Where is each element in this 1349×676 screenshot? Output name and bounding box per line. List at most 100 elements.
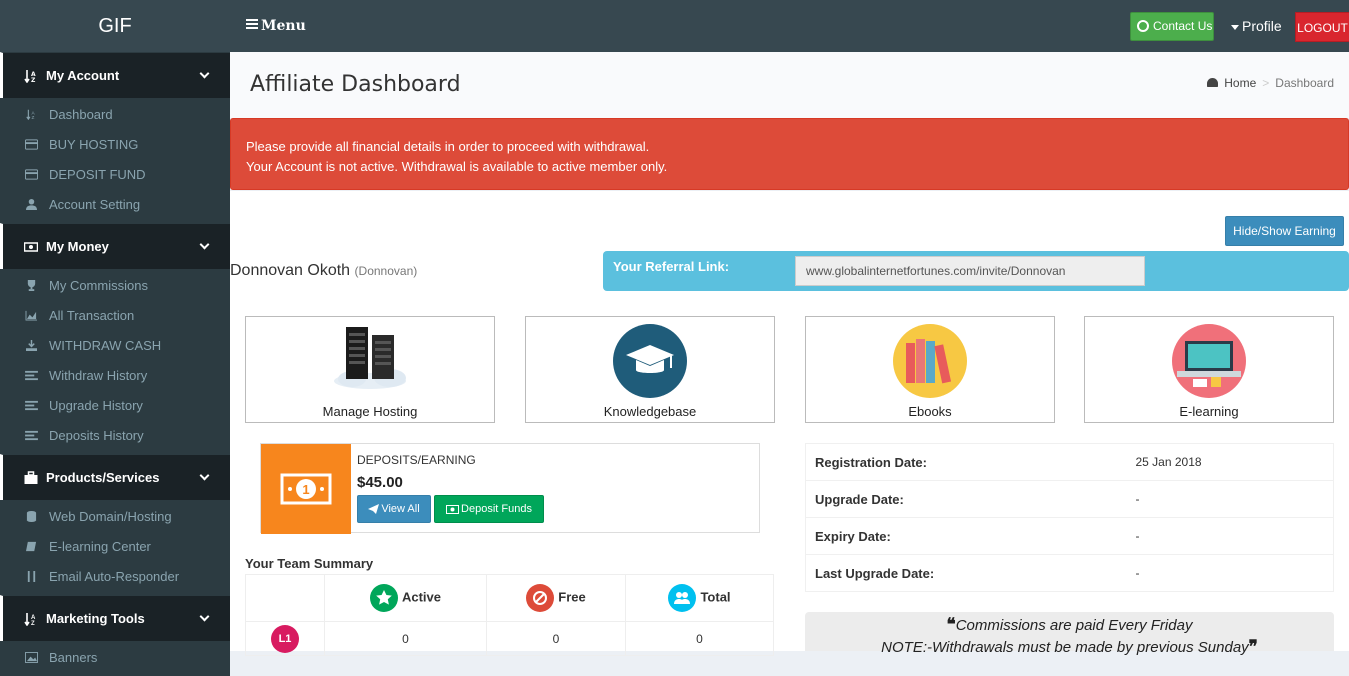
chevron-down-icon [199, 239, 210, 250]
sidebar-item-label: DEPOSIT FUND [49, 167, 146, 182]
cell-free: 0 [486, 621, 626, 656]
table-row: Upgrade Date: - [805, 480, 1334, 518]
tile-label: E-learning [1179, 404, 1239, 419]
sidebar-item-web-domain-hosting[interactable]: Web Domain/Hosting [0, 502, 230, 532]
sidebar-section-label: Products/Services [46, 470, 160, 485]
referral-label: Your Referral Link: [613, 259, 730, 274]
tile-manage-hosting[interactable]: Manage Hosting [245, 316, 495, 423]
sidebar-item-all-transaction[interactable]: All Transaction [0, 301, 230, 331]
sidebar-item-dashboard[interactable]: AZ Dashboard [0, 100, 230, 130]
book-icon [26, 541, 37, 552]
view-all-button[interactable]: View All [357, 495, 431, 523]
sidebar-item-deposits-history[interactable]: Deposits History [0, 421, 230, 451]
globe-icon [1137, 19, 1149, 32]
sidebar-item-label: Web Domain/Hosting [49, 509, 172, 524]
table-row: Expiry Date: - [805, 517, 1334, 555]
hide-show-earning-button[interactable]: Hide/Show Earning [1225, 216, 1344, 246]
sidebar-section-my-money[interactable]: My Money [0, 223, 230, 269]
info-key: Last Upgrade Date: [805, 554, 1127, 592]
sidebar-section-my-account[interactable]: AZ My Account [0, 52, 230, 98]
table-row: L1 0 0 0 [245, 621, 774, 656]
chevron-down-icon [199, 68, 210, 79]
app-logo[interactable]: GIF [0, 0, 230, 52]
sidebar-item-withdraw-cash[interactable]: WITHDRAW CASH [0, 331, 230, 361]
menu-label: Menu [261, 18, 306, 34]
table-row: Registration Date: 25 Jan 2018 [805, 443, 1334, 481]
header-total: Total [700, 589, 731, 605]
sidebar-item-withdraw-history[interactable]: Withdraw History [0, 361, 230, 391]
chevron-down-icon [199, 470, 210, 481]
books-icon [893, 324, 967, 398]
credit-card-icon [25, 139, 38, 150]
sort-alpha-icon: AZ [26, 109, 36, 120]
header-active: Active [401, 589, 442, 605]
sidebar-item-label: Banners [49, 650, 98, 665]
logout-button[interactable]: LOGOUT [1295, 12, 1349, 42]
sort-alpha-icon: AZ [24, 613, 36, 626]
deposit-funds-button[interactable]: Deposit Funds [434, 495, 544, 523]
sidebar-item-label: All Transaction [49, 308, 135, 323]
commission-notice: ❝Commissions are paid Every Friday NOTE:… [805, 612, 1334, 656]
info-value: 25 Jan 2018 [1126, 443, 1334, 481]
money-icon [446, 504, 460, 514]
user-full-name: Donnovan Okoth [230, 262, 351, 279]
sidebar-item-deposit-fund[interactable]: DEPOSIT FUND [0, 160, 230, 190]
sidebar-item-e-learning-center[interactable]: E-learning Center [0, 532, 230, 562]
team-summary-title: Your Team Summary [245, 556, 374, 571]
contact-us-button[interactable]: Contact Us [1130, 12, 1214, 41]
breadcrumb-home[interactable]: Home [1224, 76, 1256, 90]
withdrawal-alert: Please provide all financial details in … [230, 118, 1349, 190]
team-summary-table: Active Free Total L1 0 0 0 [245, 574, 774, 656]
menu-toggle-button[interactable]: Menu [246, 0, 306, 52]
money-icon [24, 242, 38, 252]
tile-label: Manage Hosting [322, 404, 418, 419]
sidebar-section-products-services[interactable]: Products/Services [0, 454, 230, 500]
sidebar-section-label: My Money [46, 239, 109, 254]
sidebar-item-label: My Commissions [49, 278, 148, 293]
sidebar-item-banners[interactable]: Banners [0, 643, 230, 673]
sidebar-item-email-auto-responder[interactable]: Email Auto-Responder [0, 562, 230, 592]
svg-text:Z: Z [31, 621, 35, 626]
tile-knowledgebase[interactable]: Knowledgebase [525, 316, 775, 423]
quote-left-icon: ❝ [946, 615, 956, 634]
account-dates-table: Registration Date: 25 Jan 2018 Upgrade Da… [805, 443, 1334, 592]
sidebar-item-upgrade-history[interactable]: Upgrade History [0, 391, 230, 421]
sidebar-section-label: Marketing Tools [46, 611, 145, 626]
sidebar-item-label: BUY HOSTING [49, 137, 139, 152]
sidebar-item-label: Upgrade History [49, 398, 143, 413]
sidebar-item-label: Account Setting [49, 197, 141, 212]
database-icon [26, 511, 37, 522]
deposits-amount: $45.00 [357, 474, 403, 491]
sort-alpha-icon: AZ [24, 70, 36, 83]
table-header-row: Active Free Total [245, 574, 774, 622]
tile-ebooks[interactable]: Ebooks [805, 316, 1055, 423]
money-bill-icon: 1 [261, 444, 351, 534]
graduation-cap-icon [613, 324, 687, 398]
deposit-funds-label: Deposit Funds [461, 503, 532, 515]
user-username: (Donnovan) [354, 264, 418, 278]
referral-link-box: Your Referral Link: www.globalinternetfo… [603, 251, 1349, 291]
ban-icon [526, 584, 555, 612]
area-chart-icon [25, 310, 37, 321]
list-icon [25, 370, 38, 381]
tile-e-learning[interactable]: E-learning [1084, 316, 1334, 423]
table-row: Last Upgrade Date: - [805, 554, 1334, 592]
list-icon [25, 400, 38, 411]
svg-text:Z: Z [32, 115, 35, 120]
tile-label: Knowledgebase [603, 404, 697, 419]
notice-line-1: Commissions are paid Every Friday [955, 617, 1193, 634]
sidebar: AZ My Account AZ Dashboard BUY HOSTING D… [0, 52, 230, 676]
profile-dropdown[interactable]: Profile [1231, 0, 1282, 52]
sidebar-section-marketing-tools[interactable]: AZ Marketing Tools [0, 595, 230, 641]
tile-label: Ebooks [908, 404, 952, 419]
info-value: - [1126, 480, 1334, 518]
trophy-icon [27, 280, 36, 291]
cell-active: 0 [324, 621, 487, 656]
referral-link-input[interactable]: www.globalinternetfortunes.com/invite/Do… [795, 256, 1145, 286]
sidebar-item-buy-hosting[interactable]: BUY HOSTING [0, 130, 230, 160]
sidebar-item-account-setting[interactable]: Account Setting [0, 190, 230, 220]
user-name: Donnovan Okoth (Donnovan) [230, 262, 417, 280]
user-icon [26, 199, 37, 210]
info-value: - [1126, 554, 1334, 592]
sidebar-item-my-commissions[interactable]: My Commissions [0, 271, 230, 301]
